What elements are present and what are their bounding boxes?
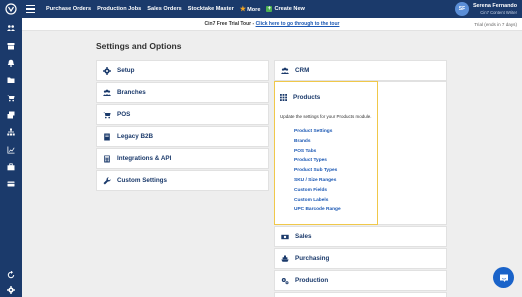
card-label: Purchasing (295, 255, 330, 262)
card-production[interactable]: Production (274, 270, 447, 291)
link-sku-size-ranges[interactable]: SKU / Size Ranges (294, 176, 341, 186)
trial-banner: Cin7 Free Trial Tour - Click here to go … (22, 18, 522, 31)
trial-ends-text: Trial (ends in 7 days) (474, 21, 517, 27)
link-custom-labels[interactable]: Custom Labels (294, 196, 341, 206)
nav-stocktake-master[interactable]: Stocktake Master (188, 6, 234, 12)
user-name: Serena Fernando (472, 3, 517, 9)
card-label: POS (117, 111, 131, 118)
link-product-types[interactable]: Product Types (294, 156, 341, 166)
calculator-icon (103, 155, 111, 163)
nav-production-jobs[interactable]: Production Jobs (97, 6, 141, 12)
card-label: Integrations & API (117, 155, 172, 162)
trial-prefix: Cin7 Free Trial Tour - (204, 21, 256, 27)
cart-icon (103, 111, 111, 119)
card-integrations-api[interactable]: Integrations & API (96, 148, 269, 169)
chat-icon (499, 274, 508, 282)
create-new-label: Create New (274, 6, 305, 12)
money-icon (281, 233, 289, 241)
card-custom-settings[interactable]: Custom Settings (96, 170, 269, 191)
top-bar: Purchase Orders Production Jobs Sales Or… (0, 0, 522, 18)
card-label: Custom Settings (117, 177, 168, 184)
avatar[interactable]: SF (454, 2, 469, 16)
create-new-button[interactable]: + Create New (266, 6, 305, 12)
users-icon (281, 67, 289, 75)
link-custom-fields[interactable]: Custom Fields (294, 186, 341, 196)
hierarchy-icon[interactable] (7, 128, 15, 136)
card-label: Sales (295, 233, 312, 240)
cart-icon[interactable] (7, 94, 15, 102)
box-icon[interactable] (7, 42, 15, 50)
card-purchasing[interactable]: Purchasing (274, 248, 447, 269)
sidebar (0, 18, 22, 297)
products-description: Update the settings for your Products mo… (280, 114, 372, 119)
user-info: Serena Fernando Cin7 Content Writer (473, 3, 517, 15)
top-nav: Purchase Orders Production Jobs Sales Or… (46, 5, 305, 13)
layers-icon[interactable] (7, 111, 15, 119)
reports-chart-icon[interactable] (7, 146, 15, 154)
refresh-icon[interactable] (7, 271, 15, 279)
wrench-icon (103, 176, 111, 185)
users-icon (103, 89, 111, 97)
products-header[interactable]: Products (280, 88, 320, 106)
star-icon: ★ (239, 6, 247, 13)
bell-icon[interactable] (7, 59, 15, 67)
nav-more[interactable]: ★More (240, 5, 261, 13)
card-legacy-b2b[interactable]: Legacy B2B (96, 126, 269, 147)
products-links: Product Settings Brands POS Tabs Product… (294, 127, 341, 215)
link-pos-tabs[interactable]: POS Tabs (294, 147, 341, 157)
link-product-sub-types[interactable]: Product Sub Types (294, 166, 341, 176)
gear-icon (103, 66, 111, 75)
nav-sales-orders[interactable]: Sales Orders (147, 6, 182, 12)
card-label: Branches (117, 89, 146, 96)
link-product-settings[interactable]: Product Settings (294, 127, 341, 137)
card-label: CRM (295, 67, 310, 74)
cin7-logo-icon[interactable] (0, 0, 22, 18)
ship-icon (281, 255, 289, 263)
briefcase-icon[interactable] (7, 163, 15, 171)
nav-purchase-orders[interactable]: Purchase Orders (46, 6, 91, 12)
products-title: Products (293, 93, 321, 101)
tour-link[interactable]: Click here to go through to the tour (256, 21, 340, 27)
card-partial (274, 292, 447, 297)
book-icon (103, 133, 111, 141)
card-icon[interactable] (7, 180, 15, 188)
plus-icon: + (266, 6, 273, 12)
trial-message: Cin7 Free Trial Tour - Click here to go … (22, 21, 522, 27)
card-sales[interactable]: Sales (274, 226, 447, 247)
card-crm[interactable]: CRM (274, 60, 447, 81)
link-brands[interactable]: Brands (294, 137, 341, 147)
card-label: Production (295, 277, 329, 284)
card-label: Setup (117, 67, 135, 74)
gear-icon[interactable] (7, 286, 15, 294)
card-label: Legacy B2B (117, 133, 154, 140)
gears-icon (281, 277, 289, 285)
user-role: Cin7 Content Writer (480, 10, 517, 15)
nav-more-label: More (247, 7, 261, 13)
card-products: Products Update the settings for your Pr… (274, 81, 447, 225)
card-branches[interactable]: Branches (96, 82, 269, 103)
user-menu[interactable]: SF Serena Fernando Cin7 Content Writer (454, 1, 517, 17)
grid-icon (280, 88, 287, 106)
card-pos[interactable]: POS (96, 104, 269, 125)
chat-button[interactable] (493, 267, 514, 288)
page-title: Settings and Options (96, 41, 182, 51)
customers-icon[interactable] (7, 24, 15, 32)
card-setup[interactable]: Setup (96, 60, 269, 81)
link-upc-barcode-range[interactable]: UPC Barcode Range (294, 205, 341, 215)
menu-icon[interactable] (26, 0, 38, 18)
folder-icon[interactable] (7, 76, 15, 84)
